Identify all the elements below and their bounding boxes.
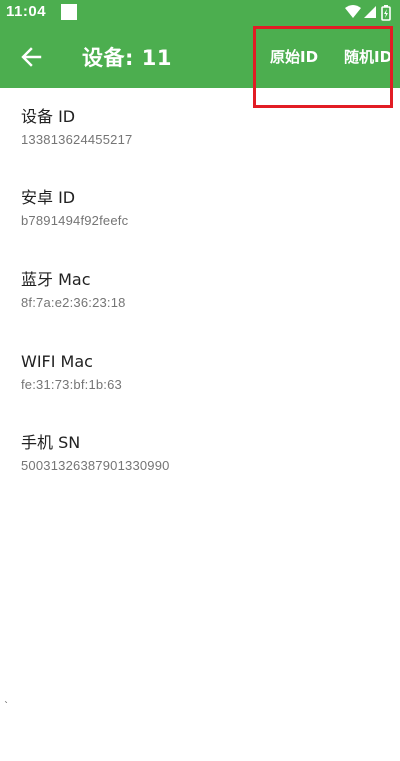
app-toolbar: 设备: 11 原始ID 随机ID (0, 26, 400, 88)
stray-mark: ` (4, 701, 9, 712)
list-item-bluetooth-mac: 蓝牙 Mac 8f:7a:e2:36:23:18 (21, 270, 126, 312)
wifi-icon (345, 5, 361, 18)
status-bar: 11:04 (0, 0, 400, 26)
status-icons (344, 3, 394, 23)
notification-icon (61, 4, 77, 20)
page-title: 设备: 11 (82, 46, 172, 70)
item-label: 设备 ID (21, 107, 76, 126)
item-value: 133813624455217 (21, 132, 133, 147)
arrow-back-icon (21, 47, 42, 67)
item-value: fe:31:73:bf:1b:63 (21, 377, 122, 392)
original-id-button[interactable]: 原始ID (270, 46, 318, 67)
back-button[interactable] (14, 40, 48, 74)
random-id-button[interactable]: 随机ID (344, 46, 392, 67)
list-item-device-id: 设备 ID 133813624455217 (21, 107, 132, 149)
item-label: 蓝牙 Mac (21, 270, 91, 289)
list-item-android-id: 安卓 ID b7891494f92feefc (21, 188, 128, 230)
item-value: b7891494f92feefc (21, 213, 129, 228)
item-label: WIFI Mac (21, 352, 93, 371)
item-value: 8f:7a:e2:36:23:18 (21, 295, 126, 310)
signal-icon (364, 6, 376, 18)
status-time: 11:04 (6, 3, 47, 20)
item-label: 手机 SN (21, 433, 81, 452)
item-value: 50031326387901330990 (21, 458, 170, 473)
item-label: 安卓 ID (21, 188, 76, 207)
list-item-wifi-mac: WIFI Mac fe:31:73:bf:1b:63 (21, 352, 122, 394)
device-info-screen: 11:04 设备: 11 原始ID 随机ID 设备 ID 13381362445… (0, 0, 400, 761)
battery-icon (381, 5, 391, 21)
list-item-phone-sn: 手机 SN 50031326387901330990 (21, 433, 170, 475)
